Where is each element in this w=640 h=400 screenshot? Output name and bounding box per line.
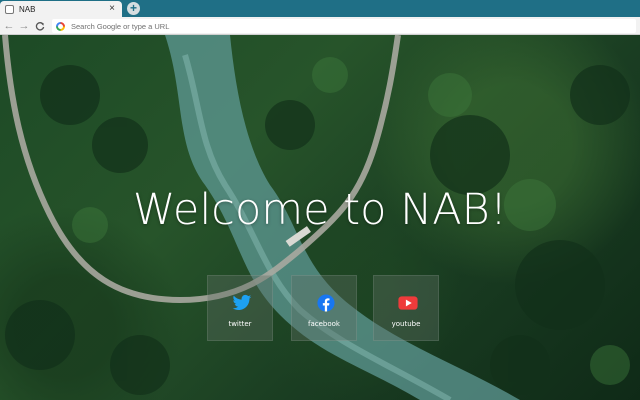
shortcut-youtube[interactable]: youtube (373, 275, 439, 341)
tab-title: NAB (19, 4, 36, 14)
browser-toolbar: ← → Search Google or type a URL (0, 17, 640, 35)
page-icon (5, 4, 14, 14)
shortcut-label: facebook (308, 320, 340, 328)
welcome-heading: Welcome to NAB! (132, 185, 508, 235)
new-tab-button[interactable]: + (127, 2, 140, 15)
forward-button[interactable]: → (17, 19, 31, 33)
shortcut-twitter[interactable]: twitter (207, 275, 273, 341)
tab-strip: NAB × + (0, 0, 640, 17)
twitter-icon (232, 294, 252, 310)
youtube-icon (398, 296, 418, 310)
shortcut-label: twitter (228, 320, 252, 328)
address-bar-placeholder: Search Google or type a URL (71, 21, 170, 31)
tab-nab[interactable]: NAB × (0, 1, 122, 17)
facebook-icon (317, 294, 335, 312)
address-bar[interactable]: Search Google or type a URL (52, 19, 636, 33)
new-tab-page: Welcome to NAB! twitter facebook youtube (0, 35, 640, 400)
reload-button[interactable] (33, 19, 47, 33)
shortcut-facebook[interactable]: facebook (291, 275, 357, 341)
google-icon (56, 21, 65, 31)
back-button[interactable]: ← (2, 19, 16, 33)
shortcut-tiles: twitter facebook youtube (207, 275, 441, 341)
shortcut-label: youtube (391, 320, 421, 328)
close-icon[interactable]: × (107, 4, 117, 14)
reload-icon (35, 22, 45, 31)
